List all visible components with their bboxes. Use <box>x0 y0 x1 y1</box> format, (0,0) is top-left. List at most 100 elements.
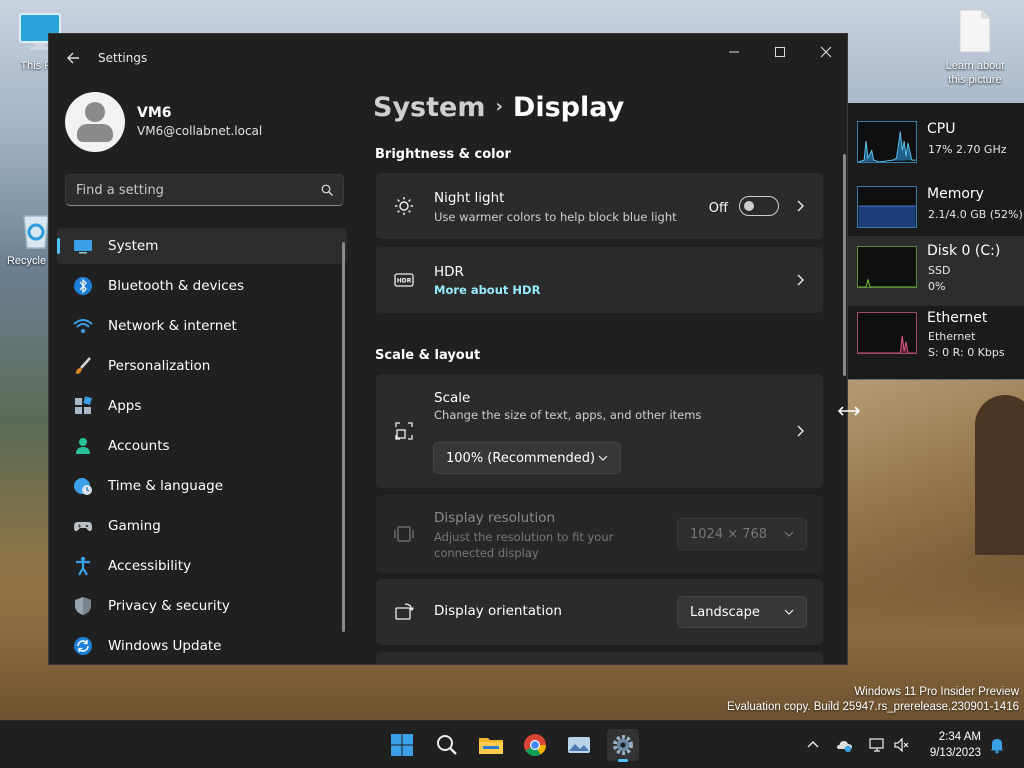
personalization-icon <box>76 357 91 374</box>
next-setting-card[interactable] <box>376 652 823 664</box>
photos-icon <box>568 737 590 753</box>
clock-date: 9/13/2023 <box>929 747 981 759</box>
night-light-state: Off <box>708 201 728 216</box>
watermark-line2: Evaluation copy. Build 25947.rs_prerelea… <box>727 701 1019 713</box>
start-button[interactable] <box>386 729 418 761</box>
page-title: Display <box>512 92 625 123</box>
sidebar-item-label: Apps <box>108 398 142 414</box>
avatar[interactable] <box>65 92 125 152</box>
hdr-icon: HDR <box>394 273 414 287</box>
profile-name: VM6 <box>137 105 172 121</box>
perf-value: Ethernet <box>928 330 976 343</box>
windows-update-icon <box>74 637 92 655</box>
breadcrumb-separator: › <box>495 96 503 117</box>
windows-logo-icon <box>391 734 413 756</box>
folder-icon <box>479 738 503 754</box>
bluetooth-icon <box>74 277 92 295</box>
sidebar-item-label: Accounts <box>108 438 170 454</box>
main-scrollbar[interactable] <box>843 154 846 376</box>
chevron-down-icon <box>598 455 608 461</box>
perf-name: Memory <box>927 186 984 202</box>
active-indicator <box>618 759 628 762</box>
gaming-icon <box>74 522 92 532</box>
sidebar-item-bluetooth[interactable]: Bluetooth & devices <box>57 268 347 304</box>
close-button[interactable] <box>803 40 847 70</box>
hdr-link[interactable]: More about HDR <box>434 283 540 297</box>
breadcrumb-parent[interactable]: System <box>373 92 485 123</box>
perf-memory[interactable]: Memory 2.1/4.0 GB (52%) <box>848 178 1024 244</box>
desktop-wallpaper-arch <box>975 395 1024 555</box>
scale-dropdown[interactable]: 100% (Recommended) <box>433 442 621 474</box>
sidebar-item-privacy[interactable]: Privacy & security <box>57 588 347 624</box>
resolution-value: 1024 × 768 <box>690 527 768 542</box>
sidebar-item-network[interactable]: Network & internet <box>57 308 347 344</box>
photos-button[interactable] <box>563 729 595 761</box>
night-light-toggle[interactable] <box>739 196 779 216</box>
chevron-right-icon <box>797 425 804 437</box>
maximize-button[interactable] <box>757 40 803 70</box>
sidebar-item-system[interactable]: System <box>57 228 347 264</box>
display-orientation-card[interactable]: Display orientation Landscape <box>376 579 823 645</box>
perf-value: 2.1/4.0 GB (52%) <box>928 208 1023 221</box>
perf-name: Disk 0 (C:) <box>927 243 1001 259</box>
brightness-icon <box>395 197 413 215</box>
chrome-icon <box>524 734 546 756</box>
sidebar-item-accessibility[interactable]: Accessibility <box>57 548 347 584</box>
perf-value: S: 0 R: 0 Kbps <box>928 346 1005 359</box>
minimize-icon <box>729 51 739 53</box>
maximize-icon <box>775 47 785 57</box>
scale-desc: Change the size of text, apps, and other… <box>434 408 702 422</box>
perf-ethernet[interactable]: Ethernet Ethernet S: 0 R: 0 Kbps <box>848 308 1024 378</box>
search-icon <box>437 735 457 755</box>
night-light-card[interactable]: Night light Use warmer colors to help bl… <box>376 173 823 239</box>
sidebar-nav: System Bluetooth & devices Network & int… <box>57 228 347 664</box>
scale-card[interactable]: Scale Change the size of text, apps, and… <box>376 374 823 488</box>
resolution-icon <box>394 526 414 542</box>
volume-muted-icon[interactable] <box>893 736 911 754</box>
chevron-up-icon[interactable] <box>804 736 822 754</box>
document-icon <box>959 9 991 53</box>
hdr-icon-text: HDR <box>397 278 412 285</box>
taskbar-clock[interactable]: 2:34 AM 9/13/2023 <box>930 729 981 761</box>
sidebar-scrollbar[interactable] <box>342 242 345 632</box>
sidebar-item-time-language[interactable]: Time & language <box>57 468 347 504</box>
perf-value: 17% 2.70 GHz <box>928 143 1007 156</box>
minimize-button[interactable] <box>711 40 757 70</box>
chevron-down-icon <box>784 609 794 615</box>
chrome-button[interactable] <box>519 729 551 761</box>
taskbar-search-button[interactable] <box>431 729 463 761</box>
close-icon <box>820 46 832 58</box>
onedrive-icon[interactable] <box>836 736 854 754</box>
memory-graph <box>857 186 917 228</box>
hdr-card[interactable]: HDR HDR More about HDR <box>376 247 823 313</box>
apps-icon <box>75 396 92 414</box>
perf-name: CPU <box>927 121 956 137</box>
scale-value: 100% (Recommended) <box>446 451 596 466</box>
watermark-line1: Windows 11 Pro Insider Preview <box>854 686 1019 698</box>
sidebar-item-personalization[interactable]: Personalization <box>57 348 347 384</box>
chevron-down-icon <box>784 531 794 537</box>
back-button[interactable] <box>61 46 85 70</box>
desktop-icon-learn-picture[interactable]: Learn about this picture <box>938 8 1012 86</box>
gear-icon <box>613 735 633 755</box>
search-input[interactable]: Find a setting <box>65 174 344 206</box>
sidebar-item-gaming[interactable]: Gaming <box>57 508 347 544</box>
arrow-left-icon <box>67 52 79 64</box>
sidebar-item-apps[interactable]: Apps <box>57 388 347 424</box>
sidebar-item-label: Windows Update <box>108 638 222 654</box>
perf-disk[interactable]: Disk 0 (C:) SSD 0% <box>848 236 1024 306</box>
perf-cpu[interactable]: CPU 17% 2.70 GHz <box>848 113 1024 179</box>
display-orientation-title: Display orientation <box>434 603 562 619</box>
file-explorer-button[interactable] <box>475 729 507 761</box>
display-resolution-card: Display resolution Adjust the resolution… <box>376 495 823 573</box>
sidebar-item-accounts[interactable]: Accounts <box>57 428 347 464</box>
settings-taskbar-button[interactable] <box>607 729 639 762</box>
notification-bell-icon[interactable] <box>988 736 1006 754</box>
network-status-icon[interactable] <box>868 736 886 754</box>
accounts-icon <box>76 438 90 454</box>
resize-cursor-icon <box>838 406 860 416</box>
orientation-dropdown[interactable]: Landscape <box>677 596 807 628</box>
sidebar-item-windows-update[interactable]: Windows Update <box>57 628 347 664</box>
window-title: Settings <box>98 51 148 65</box>
title-bar[interactable]: Settings <box>49 34 847 82</box>
